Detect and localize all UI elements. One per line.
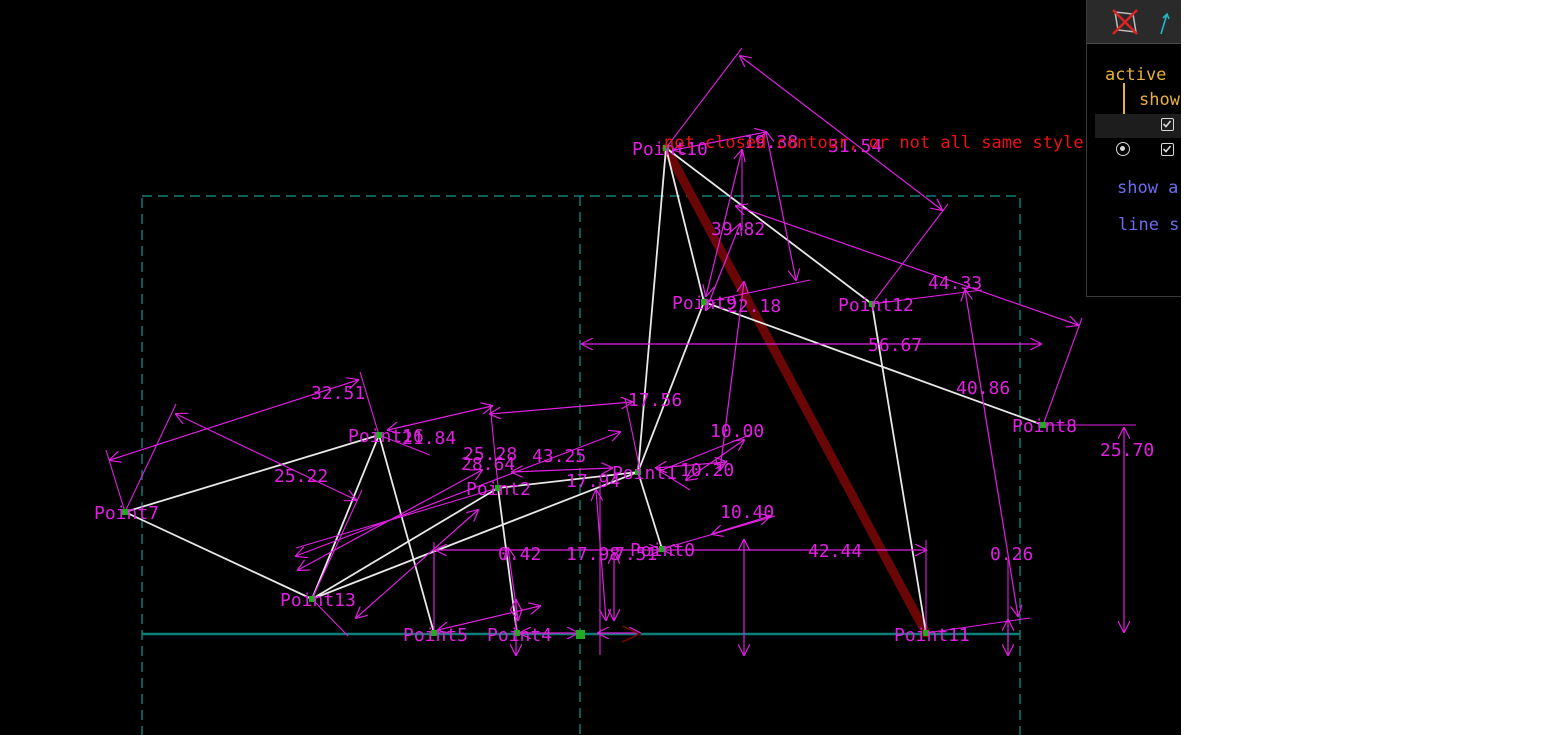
contour-edge	[665, 147, 873, 305]
dimension-value: 25.22	[274, 466, 328, 487]
cad-viewport[interactable]: Point10 Point9 Point12 Point8 Point1 Point0 Po…	[0, 0, 1181, 735]
point-label: Point1	[612, 463, 677, 484]
origin-node	[576, 630, 585, 639]
dimension-line	[490, 402, 632, 414]
sketch-canvas[interactable]: Point10Point9 Point12Point8Point1Point0Po…	[0, 0, 1181, 735]
dimension-line	[176, 414, 356, 500]
cyan-arrow-icon[interactable]	[1153, 4, 1181, 40]
dimension-value: 22.18	[727, 296, 781, 317]
contour-edge	[124, 511, 313, 600]
dimension-value: 10.00	[710, 421, 764, 442]
dimension-line	[766, 132, 796, 280]
show-column-header: show	[1139, 90, 1180, 110]
crossed-sketch-icon[interactable]	[1107, 4, 1143, 40]
dimension-value: 21.84	[402, 428, 456, 449]
show-checkbox-1[interactable]	[1161, 118, 1174, 131]
contour-edge	[124, 434, 380, 513]
panel-toolbar	[1087, 0, 1181, 44]
contour-edge	[378, 434, 435, 634]
dimension-line	[965, 290, 1018, 616]
show-checkbox-2[interactable]	[1161, 143, 1174, 156]
dimension-value: 7.51	[614, 544, 657, 565]
point-label: Point5	[403, 625, 468, 646]
point-label: Point7	[94, 503, 159, 524]
dimension-value: 39.82	[711, 219, 765, 240]
point-label: Point2	[466, 479, 531, 500]
dimension-value: 0.26	[990, 544, 1033, 565]
properties-panel: active show show a line s	[1086, 0, 1181, 297]
point-label: Point13	[280, 590, 356, 611]
dimension-value: 17.56	[628, 390, 682, 411]
contour-edge	[665, 147, 705, 303]
active-column-header: active	[1105, 65, 1167, 85]
show-all-link[interactable]: show a	[1117, 178, 1178, 198]
error-message: not closed contour, or not all same styl…	[664, 133, 1084, 153]
contour-edge	[311, 434, 380, 600]
line-style-link[interactable]: line s	[1118, 215, 1179, 235]
point-label: Point11	[894, 625, 970, 646]
dimension-value: 10.20	[680, 460, 734, 481]
dimension-value: 17.94	[566, 471, 620, 492]
dimension-value: 40.86	[956, 378, 1010, 399]
dimension-value: 44.33	[928, 273, 982, 294]
point-label: Point4	[487, 625, 552, 646]
dimension-value: 0.42	[498, 544, 541, 565]
point-label: Point12	[838, 295, 914, 316]
active-radio-button[interactable]	[1116, 142, 1130, 156]
dimension-value: 28.64	[461, 454, 515, 475]
extension-line	[124, 403, 177, 513]
dimension-value: 25.70	[1100, 440, 1154, 461]
dimension-value: 43.25	[532, 446, 586, 467]
dimension-value: 42.44	[808, 541, 862, 562]
contour-edge	[311, 487, 499, 600]
dimension-value: 56.67	[868, 335, 922, 356]
contour-edge	[637, 301, 705, 473]
dimension-value: 10.40	[720, 502, 774, 523]
dimension-value: 17.98	[566, 544, 620, 565]
point-label: Point8	[1012, 416, 1077, 437]
dimension-value: 32.51	[311, 383, 365, 404]
extension-line	[1042, 317, 1083, 426]
contour-edge	[703, 301, 1044, 426]
